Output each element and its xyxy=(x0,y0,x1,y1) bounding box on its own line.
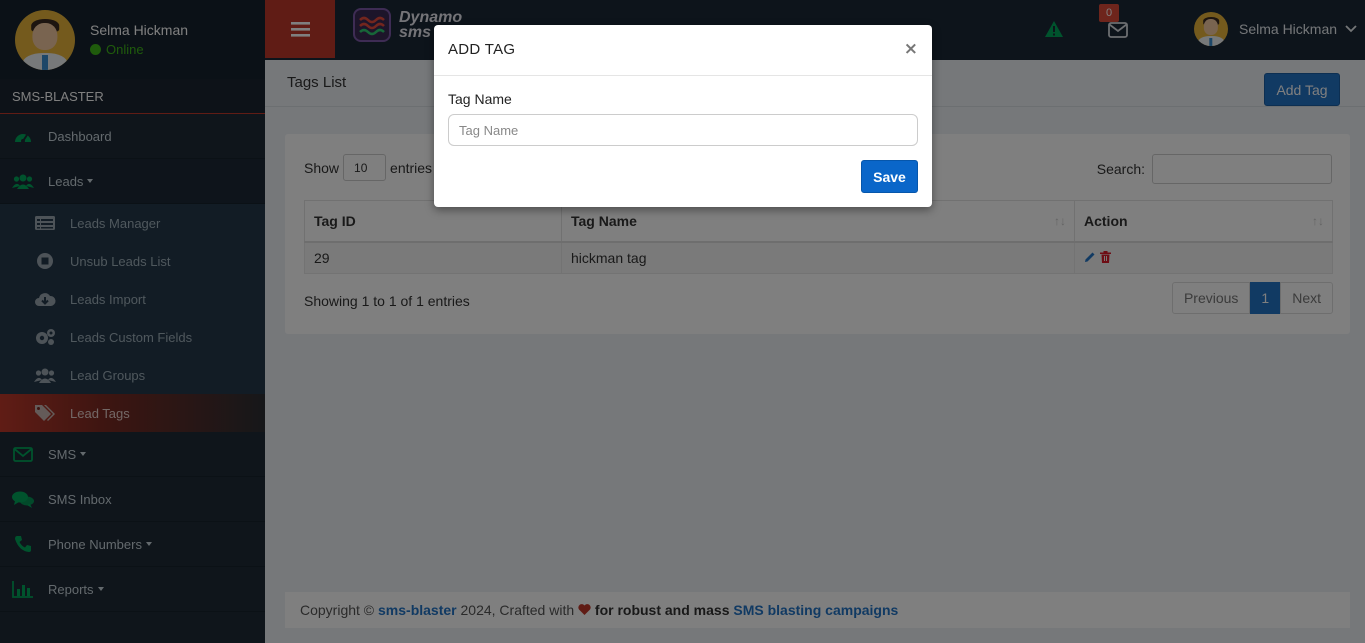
modal-header: ADD TAG × xyxy=(434,25,932,76)
save-button[interactable]: Save xyxy=(861,160,918,193)
tag-name-label: Tag Name xyxy=(448,91,512,107)
tag-name-input[interactable] xyxy=(448,114,918,146)
modal-title: ADD TAG xyxy=(448,41,516,58)
add-tag-modal: ADD TAG × Tag Name Save xyxy=(434,25,932,207)
close-button[interactable]: × xyxy=(904,39,918,59)
